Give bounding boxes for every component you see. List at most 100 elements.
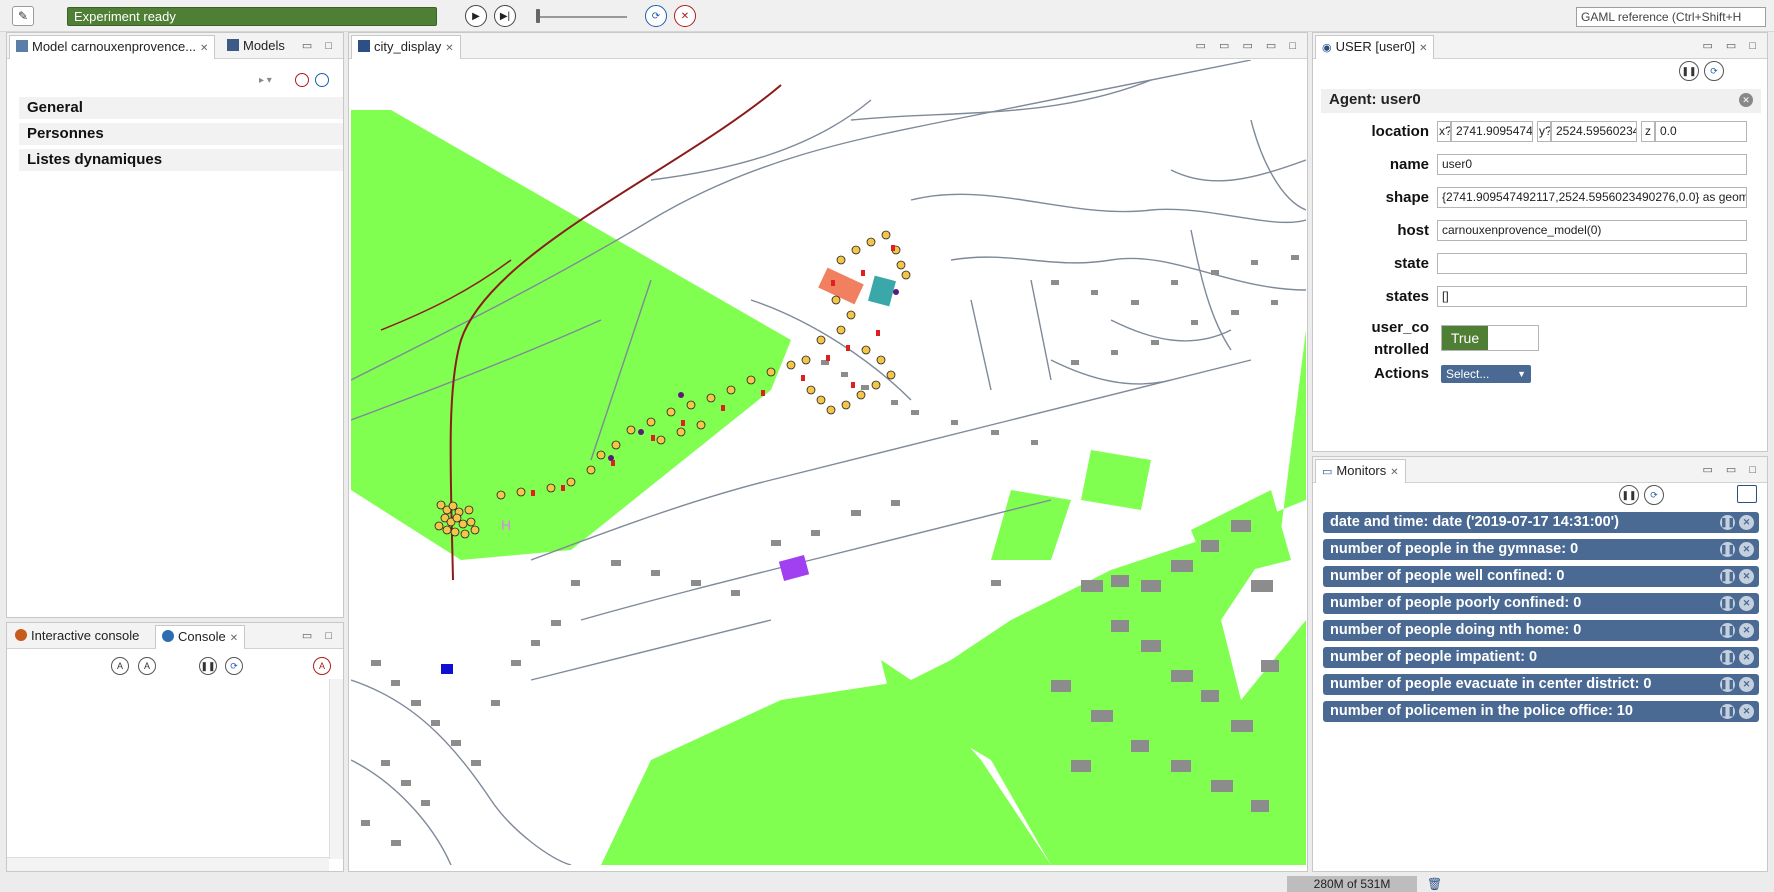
play-button[interactable]: ▶ (465, 5, 487, 27)
step-button[interactable]: ▶| (494, 5, 516, 27)
tab-user-inspector[interactable]: ◉ USER [user0] ✕ (1315, 35, 1435, 59)
window-controls[interactable]: ▭ ▭ □ (1702, 39, 1761, 52)
close-icon[interactable]: ✕ (1739, 650, 1754, 665)
close-icon[interactable]: ✕ (1739, 596, 1754, 611)
close-icon[interactable]: ✕ (1739, 677, 1754, 692)
close-icon[interactable]: ✕ (1739, 623, 1754, 638)
tab-close-icon[interactable]: ✕ (1419, 43, 1427, 54)
monitor-row[interactable]: number of people in the gymnase: 0 ❚❚ ✕ (1323, 539, 1759, 560)
pause-icon[interactable]: ❚❚ (199, 657, 217, 675)
memory-indicator: 280M of 531M (1287, 876, 1417, 892)
actions-select[interactable]: Select... ▼ (1441, 365, 1531, 383)
close-icon[interactable]: ✕ (1739, 542, 1754, 557)
monitor-icon: ▭ (1322, 466, 1333, 478)
window-controls[interactable]: ▭ ▭ ▭ ▭ □ (1196, 39, 1301, 52)
console-scrollbar[interactable] (329, 679, 343, 859)
tab-close-icon[interactable]: ✕ (445, 43, 453, 54)
host-field[interactable]: carnouxenprovence_model(0) (1437, 220, 1747, 241)
tab-monitors[interactable]: ▭ Monitors ✕ (1315, 459, 1406, 483)
user-controlled-label: user_co ntrolled (1371, 319, 1429, 358)
parameters-icon (16, 40, 28, 52)
console-tabbar: Interactive console Console ✕ ▭ □ (7, 623, 343, 649)
location-label: location (1371, 123, 1429, 140)
play-icon: ▶ (472, 10, 480, 22)
display-icon (358, 40, 370, 52)
display-tabbar: city_display ✕ ▭ ▭ ▭ ▭ □ (349, 33, 1307, 59)
location-y-prefix: y? (1537, 121, 1551, 142)
add-monitor-icon[interactable] (1737, 485, 1757, 503)
section-personnes[interactable]: Personnes (19, 123, 343, 145)
monitor-row[interactable]: number of people poorly confined: 0 ❚❚ ✕ (1323, 593, 1759, 614)
name-field[interactable]: user0 (1437, 154, 1747, 175)
status-footer (0, 876, 1774, 892)
window-controls[interactable]: ▭ ▭ □ (1702, 463, 1761, 476)
inspector-tabbar: ◉ USER [user0] ✕ ▭ ▭ □ (1313, 33, 1767, 59)
clear-console-icon[interactable]: A (313, 657, 331, 675)
reload-icon[interactable]: ⟳ (1644, 485, 1664, 505)
location-x-field[interactable]: 2741.90954749 (1451, 121, 1533, 142)
window-controls[interactable]: ▭ □ (302, 629, 337, 642)
reload-icon[interactable]: ⟳ (1704, 61, 1724, 81)
tab-close-icon[interactable]: ✕ (1390, 467, 1398, 478)
close-experiment-button[interactable]: ✕ (674, 5, 696, 27)
monitor-row[interactable]: number of people impatient: 0 ❚❚ ✕ (1323, 647, 1759, 668)
tab-model[interactable]: Model carnouxenprovence... ✕ (9, 35, 216, 59)
close-icon[interactable]: ✕ (1739, 569, 1754, 584)
location-z-field[interactable]: 0.0 (1655, 121, 1747, 142)
add-icon[interactable] (315, 73, 329, 87)
pause-icon[interactable]: ❚❚ (1720, 569, 1735, 584)
states-label: states (1385, 288, 1429, 305)
states-field[interactable]: [] (1437, 286, 1747, 307)
interactive-console-icon (15, 629, 27, 641)
tab-close-icon[interactable]: ✕ (230, 633, 238, 644)
monitor-row[interactable]: number of people evacuate in center dist… (1323, 674, 1759, 695)
close-icon[interactable]: ✕ (1739, 515, 1754, 530)
window-controls[interactable]: ▭ □ (302, 39, 337, 52)
monitor-row[interactable]: number of people well confined: 0 ❚❚ ✕ (1323, 566, 1759, 587)
pause-icon[interactable]: ❚❚ (1720, 596, 1735, 611)
speed-slider-track[interactable] (537, 16, 627, 18)
pause-icon[interactable]: ❚❚ (1720, 623, 1735, 638)
user-controlled-toggle[interactable]: True (1441, 325, 1539, 351)
shape-field[interactable]: {2741.909547492117,2524.5956023490276,0.… (1437, 187, 1747, 208)
city-map[interactable]: H (351, 60, 1306, 865)
step-icon: ▶| (499, 10, 511, 22)
chevron-down-icon: ▼ (1517, 369, 1526, 379)
pause-icon[interactable]: ❚❚ (1720, 515, 1735, 530)
section-listes-dynamiques[interactable]: Listes dynamiques (19, 149, 343, 171)
tab-close-icon[interactable]: ✕ (200, 43, 208, 54)
state-field[interactable] (1437, 253, 1747, 274)
edit-icon[interactable]: ✎ (12, 6, 34, 26)
trash-icon[interactable]: 🗑 (1427, 877, 1442, 891)
tab-models[interactable]: Models (221, 35, 291, 59)
monitor-row[interactable]: date and time: date ('2019-07-17 14:31:0… (1323, 512, 1759, 533)
section-general[interactable]: General (19, 97, 343, 119)
shape-label: shape (1385, 189, 1429, 206)
tab-interactive-console[interactable]: Interactive console (9, 625, 145, 649)
pause-icon[interactable]: ❚❚ (1720, 542, 1735, 557)
pause-icon[interactable]: ❚❚ (1619, 485, 1639, 505)
monitor-row[interactable]: number of people doing nth home: 0 ❚❚ ✕ (1323, 620, 1759, 641)
state-label: state (1393, 255, 1429, 272)
agent-title: Agent: user0 (1329, 91, 1421, 108)
reload-button[interactable]: ⟳ (645, 5, 667, 27)
tab-console[interactable]: Console ✕ (155, 625, 246, 649)
monitor-row[interactable]: number of policemen in the police office… (1323, 701, 1759, 722)
pause-icon[interactable]: ❚❚ (1720, 704, 1735, 719)
tab-city-display[interactable]: city_display ✕ (351, 35, 461, 59)
font-increase-icon[interactable]: A (111, 657, 129, 675)
pause-icon[interactable]: ❚❚ (1679, 61, 1699, 81)
location-y-field[interactable]: 2524.59560234 (1551, 121, 1637, 142)
font-decrease-icon[interactable]: A (138, 657, 156, 675)
speed-slider-knob[interactable] (536, 9, 540, 23)
expand-arrow-icon[interactable]: ▸ ▾ (259, 75, 272, 86)
helipad-marker: H (501, 517, 511, 533)
close-icon[interactable]: ✕ (1739, 93, 1753, 107)
console-hscrollbar[interactable] (7, 857, 329, 871)
gaml-reference-search[interactable]: GAML reference (Ctrl+Shift+H (1576, 7, 1766, 27)
close-icon[interactable]: ✕ (1739, 704, 1754, 719)
pause-icon[interactable]: ❚❚ (1720, 650, 1735, 665)
revert-icon[interactable] (295, 73, 309, 87)
pause-icon[interactable]: ❚❚ (1720, 677, 1735, 692)
reload-icon[interactable]: ⟳ (225, 657, 243, 675)
